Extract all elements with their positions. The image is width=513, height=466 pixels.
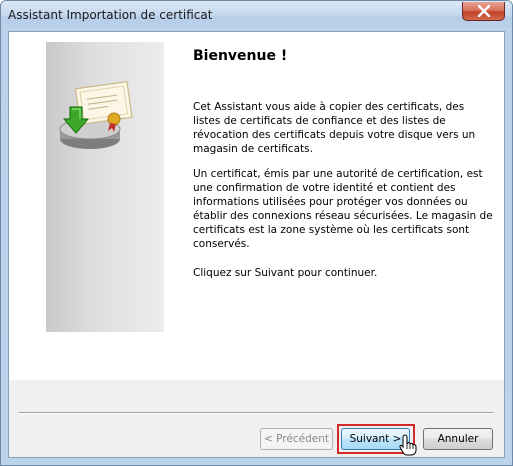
intro-paragraph: Cet Assistant vous aide à copier des cer… (193, 101, 476, 155)
certificate-explanation-paragraph: Un certificat, émis par une autorité de … (193, 168, 493, 250)
footer-separator (19, 412, 494, 414)
window-title: Assistant Importation de certificat (8, 8, 213, 22)
previous-button[interactable]: < Précédent (260, 428, 333, 450)
cancel-button[interactable]: Annuler (423, 428, 493, 450)
close-button[interactable] (462, 2, 505, 21)
wizard-side-panel (46, 42, 164, 332)
page-title: Bienvenue ! (193, 48, 288, 64)
dialog-window: Assistant Importation de certificat Bien… (0, 0, 513, 466)
dialog-client-area: Bienvenue ! Cet Assistant vous aide à co… (8, 31, 505, 458)
hand-cursor-icon (399, 434, 417, 456)
certificate-import-icon (59, 80, 133, 149)
close-icon (477, 5, 491, 17)
continue-instruction: Cliquez sur Suivant pour continuer. (193, 267, 378, 279)
title-bar[interactable]: Assistant Importation de certificat (1, 1, 512, 31)
